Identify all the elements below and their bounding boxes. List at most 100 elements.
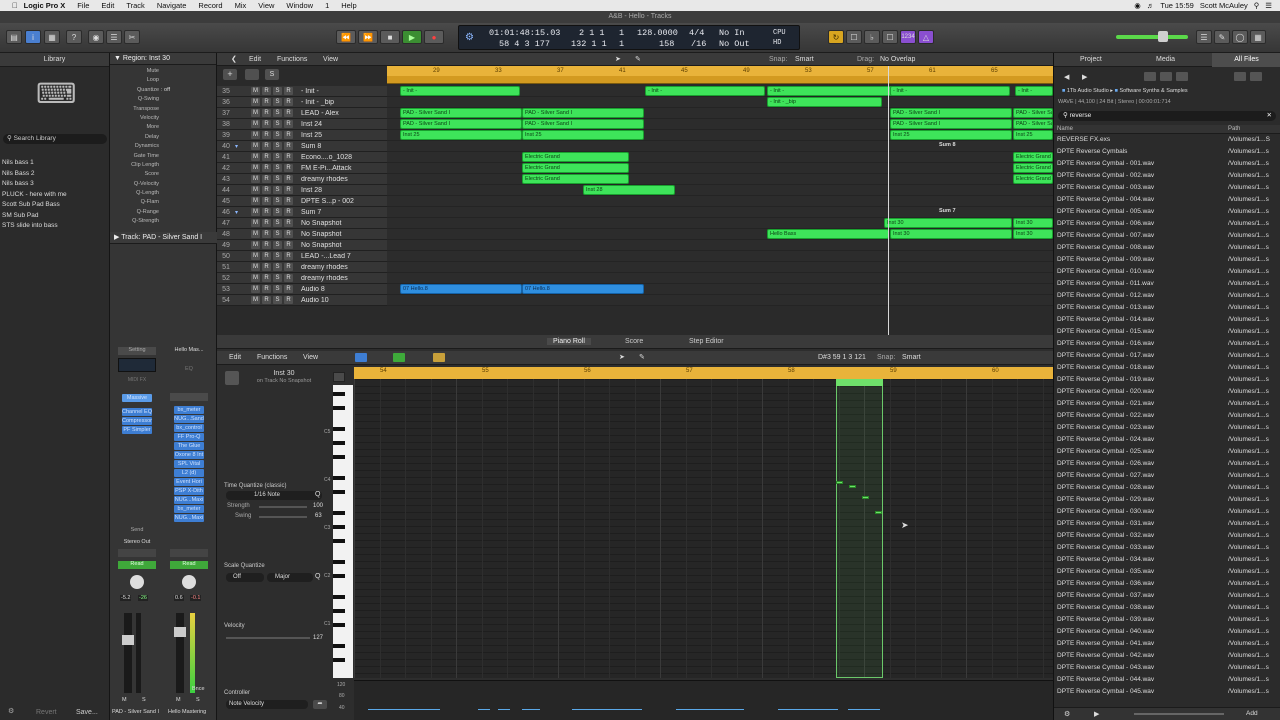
file-row[interactable]: DPTE Reverse Cymbal - 024.wav/Volumes/1.…	[1057, 434, 1277, 446]
track-region[interactable]: Electric Grand	[522, 163, 629, 173]
stop-button[interactable]: ■	[380, 30, 400, 44]
scale-quantize-root[interactable]: Off	[226, 573, 264, 582]
volume-fader-b[interactable]	[174, 613, 186, 693]
mute-button[interactable]: M	[251, 241, 260, 249]
track-name[interactable]: DPTE S...p - 002	[301, 198, 361, 205]
snap-menu[interactable]: Smart	[795, 56, 814, 63]
solo-button[interactable]: S	[273, 87, 282, 95]
file-row[interactable]: DPTE Reverse Cymbal - 016.wav/Volumes/1.…	[1057, 338, 1277, 350]
input-monitor-button[interactable]: R	[284, 219, 293, 227]
list-view-button[interactable]	[1234, 72, 1246, 81]
input-monitor-button[interactable]: R	[284, 175, 293, 183]
bounce-button[interactable]: Bnce	[192, 686, 205, 692]
track-header[interactable]: 53 M R S R Audio 8	[217, 284, 387, 295]
file-row[interactable]: DPTE Reverse Cymbal - 042.wav/Volumes/1.…	[1057, 650, 1277, 662]
eq-display[interactable]	[118, 358, 156, 372]
tab-project[interactable]: Project	[1080, 56, 1102, 63]
solo-button[interactable]: S	[273, 186, 282, 194]
inspector-button[interactable]: i	[25, 30, 41, 44]
menu-1[interactable]: 1	[325, 1, 329, 10]
replace-button[interactable]: ☐	[846, 30, 862, 44]
track-name[interactable]: - Init -	[301, 88, 361, 95]
midi-note[interactable]	[875, 511, 882, 514]
track-disclosure-icon[interactable]: ▾	[235, 143, 251, 150]
track-header[interactable]: 41 M R S R Econo....o_1028	[217, 152, 387, 163]
track-region[interactable]: - Init -	[890, 86, 1010, 96]
solo-button[interactable]: S	[273, 164, 282, 172]
solo-button[interactable]: S	[273, 131, 282, 139]
lcd-display[interactable]: ⚙ 01:01:48:15.03 58 4 3 177 2 1 1 132 1 …	[458, 25, 800, 50]
mute-button[interactable]: M	[251, 197, 260, 205]
fader-cap-b[interactable]	[174, 627, 186, 637]
solo-button[interactable]: S	[273, 197, 282, 205]
file-row[interactable]: DPTE Reverse Cymbal - 020.wav/Volumes/1.…	[1057, 386, 1277, 398]
rewind-button[interactable]: ⏪	[336, 30, 356, 44]
file-row[interactable]: DPTE Reverse Cymbal - 029.wav/Volumes/1.…	[1057, 494, 1277, 506]
mute-button[interactable]: M	[251, 87, 260, 95]
track-name[interactable]: No Snapshot	[301, 220, 361, 227]
file-row[interactable]: DPTE Reverse Cymbal - 021.wav/Volumes/1.…	[1057, 398, 1277, 410]
file-row[interactable]: DPTE Reverse Cymbal - 036.wav/Volumes/1.…	[1057, 578, 1277, 590]
file-row[interactable]: DPTE Reverse Cymbal - 033.wav/Volumes/1.…	[1057, 542, 1277, 554]
forward-button[interactable]: ⏩	[358, 30, 378, 44]
back-icon[interactable]: ❮	[231, 55, 237, 63]
add-button[interactable]: Add	[1246, 710, 1258, 717]
track-inspector-header[interactable]: ▶ Track: PAD - Silver Sand I	[110, 232, 217, 244]
list-editors-button[interactable]: ☰	[1196, 30, 1212, 44]
piano-black-key[interactable]	[333, 455, 345, 459]
plugin-slot[interactable]: PF Simpler	[122, 426, 152, 434]
track-region[interactable]: Inst 25	[890, 130, 1012, 140]
solo-button[interactable]: S	[273, 296, 282, 304]
piano-black-key[interactable]	[333, 595, 345, 599]
mute-button[interactable]: M	[251, 142, 260, 150]
file-row[interactable]: DPTE Reverse Cymbal - 032.wav/Volumes/1.…	[1057, 530, 1277, 542]
velocity-segment[interactable]	[572, 709, 642, 710]
track-header[interactable]: 37 M R S R LEAD - Alex	[217, 108, 387, 119]
library-item[interactable]: SM Sub Pad	[2, 212, 108, 223]
record-button[interactable]: R	[262, 164, 271, 172]
link-button[interactable]	[433, 353, 445, 362]
solo-button[interactable]: S	[273, 208, 282, 216]
track-header[interactable]: 35 M R S R - Init -	[217, 86, 387, 97]
volume-fader[interactable]	[122, 613, 134, 693]
input-monitor-button[interactable]: R	[284, 263, 293, 271]
file-row[interactable]: DPTE Reverse Cymbal - 028.wav/Volumes/1.…	[1057, 482, 1277, 494]
input-monitor-button[interactable]: R	[284, 285, 293, 293]
region-param-row[interactable]: Transpose	[110, 106, 217, 115]
piano-black-key[interactable]	[333, 511, 345, 515]
track-name[interactable]: - Init - _bip	[301, 99, 361, 106]
region-param-row[interactable]: Score	[110, 171, 217, 180]
apple-menu-icon[interactable]: 	[12, 1, 18, 10]
group-slot[interactable]	[118, 549, 156, 557]
solo-button[interactable]: S	[273, 241, 282, 249]
smart-controls-button[interactable]: ◉	[88, 30, 104, 44]
track-region[interactable]: PAD - Silver Sand I	[400, 119, 522, 129]
plugin-slot[interactable]: Channel EQ	[122, 408, 152, 416]
region-param-row[interactable]: Clip Length	[110, 162, 217, 171]
solo-button[interactable]: S	[273, 230, 282, 238]
file-row[interactable]: DPTE Reverse Cymbal - 010.wav/Volumes/1.…	[1057, 266, 1277, 278]
track-header[interactable]: 51 M R S Rdreamy rhodes	[217, 262, 387, 273]
track-name[interactable]: Econo....o_1028	[301, 154, 361, 161]
region-param-row[interactable]: Velocity	[110, 115, 217, 124]
wifi-icon[interactable]: ◉	[1134, 1, 1141, 10]
plugin-slot[interactable]: NUG...Maxi	[174, 496, 204, 504]
track-region[interactable]: Inst 28	[583, 185, 675, 195]
input-monitor-button[interactable]: R	[284, 87, 293, 95]
notifications-icon[interactable]: ☰	[1265, 1, 1272, 10]
tab-all-files[interactable]: All Files	[1212, 53, 1280, 67]
record-button[interactable]: R	[262, 219, 271, 227]
massive-plugin[interactable]: Massive	[122, 394, 152, 402]
input-monitor-button[interactable]: R	[284, 230, 293, 238]
track-region[interactable]: Inst 30	[1013, 218, 1053, 228]
metronome-button[interactable]: △	[918, 30, 934, 44]
catch-button[interactable]	[393, 353, 405, 362]
track-header[interactable]: 46 ▾ M R S R Sum 7	[217, 207, 387, 218]
controller-toggle[interactable]: ➦	[313, 700, 327, 709]
setting-button[interactable]: Setting	[118, 347, 156, 355]
track-region[interactable]: Inst 30	[884, 218, 1012, 228]
piano-black-key[interactable]	[333, 609, 345, 613]
input-monitor-button[interactable]: R	[284, 98, 293, 106]
mute-button[interactable]: M	[251, 131, 260, 139]
save-button[interactable]: Save...	[76, 709, 98, 716]
